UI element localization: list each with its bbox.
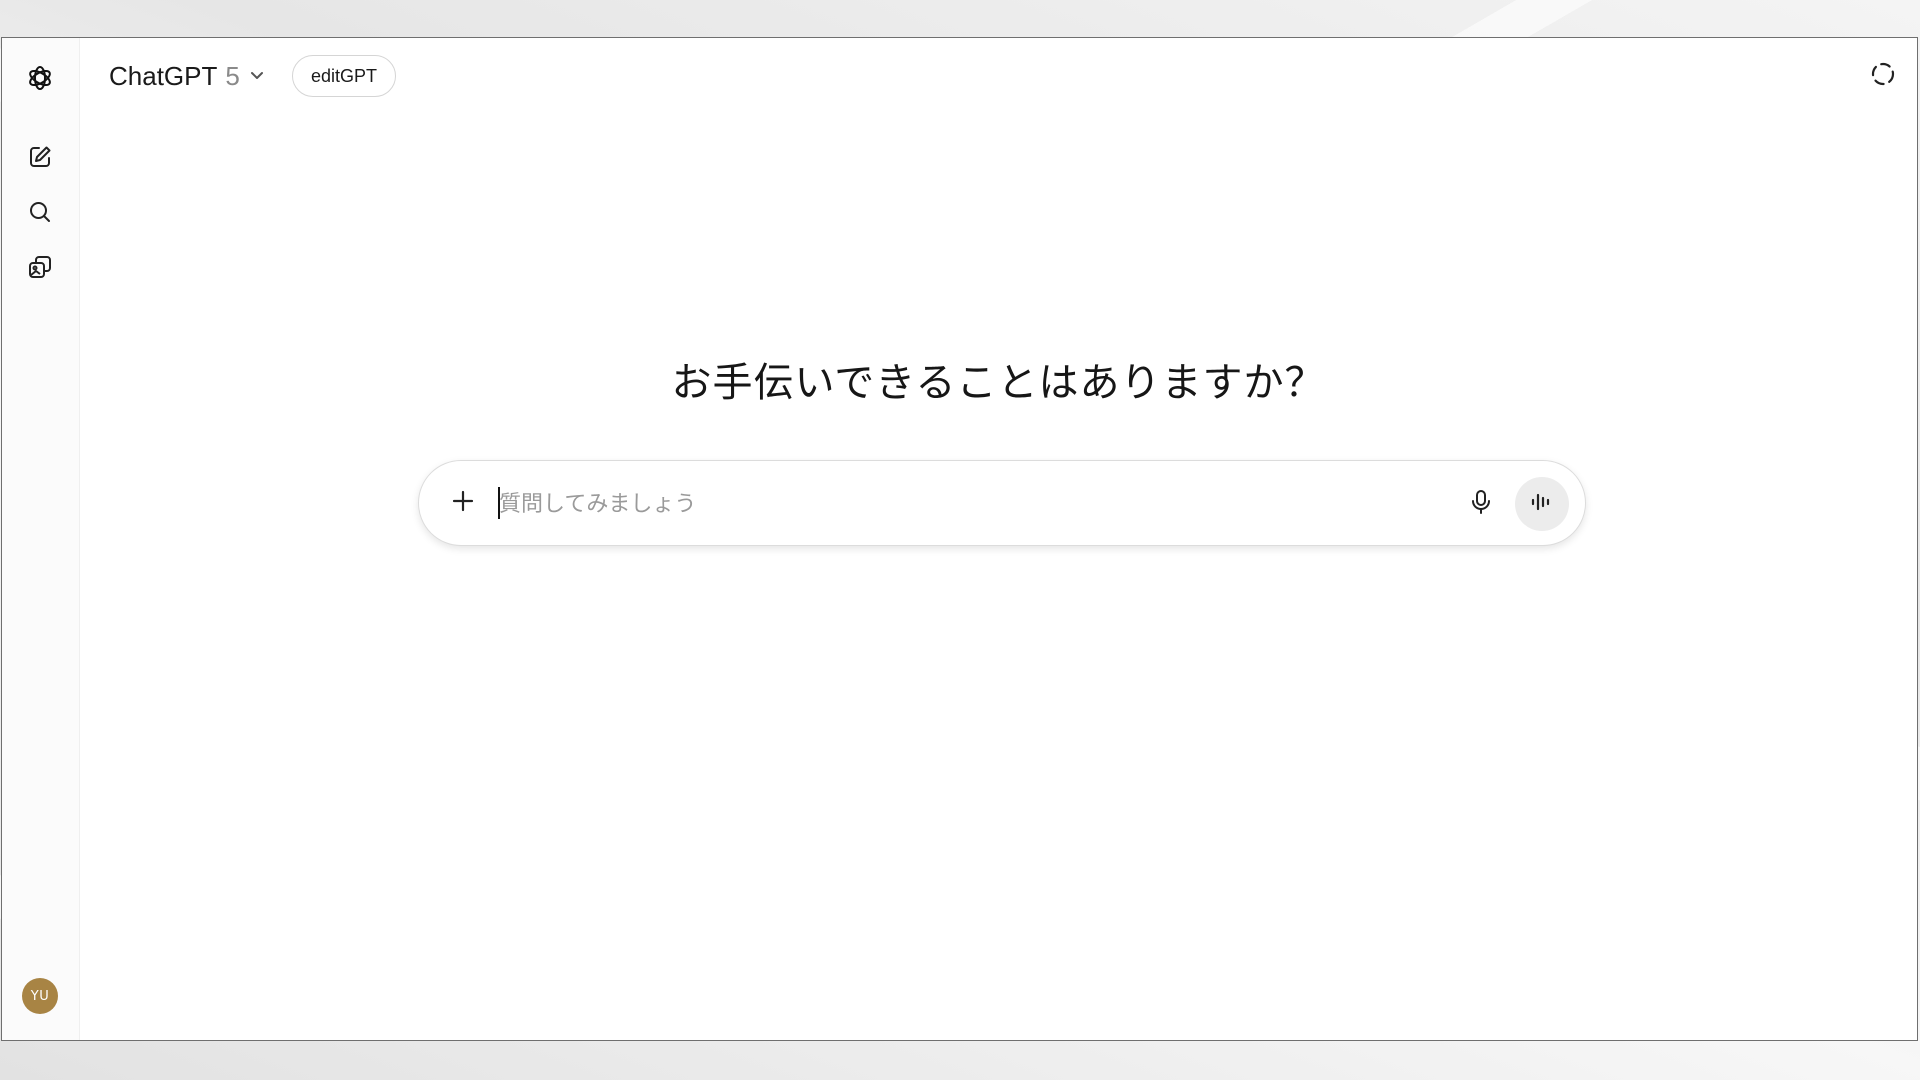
search-icon[interactable] bbox=[20, 192, 60, 232]
library-icon[interactable] bbox=[20, 247, 60, 287]
temporary-chat-button[interactable] bbox=[1863, 56, 1903, 96]
sidebar: YU bbox=[2, 38, 80, 1040]
voice-waveform-icon bbox=[1529, 491, 1555, 517]
voice-mode-button[interactable] bbox=[1515, 477, 1569, 531]
top-bar: ChatGPT 5 editGPT bbox=[80, 38, 1917, 118]
plus-icon bbox=[450, 488, 476, 518]
chatgpt-window: YU ChatGPT 5 editGPT お手伝いできることはありますか？ bbox=[1, 37, 1918, 1041]
chevron-down-icon bbox=[248, 61, 266, 91]
microphone-icon bbox=[1469, 489, 1493, 519]
edit-gpt-label: editGPT bbox=[311, 65, 378, 86]
dashed-circle-icon bbox=[1869, 60, 1897, 92]
prompt-composer bbox=[418, 460, 1586, 546]
prompt-input[interactable] bbox=[497, 483, 1431, 525]
model-selector[interactable]: ChatGPT 5 bbox=[105, 56, 270, 96]
avatar-initials: YU bbox=[30, 988, 50, 1004]
text-caret bbox=[498, 487, 500, 519]
attach-button[interactable] bbox=[441, 481, 485, 525]
edit-gpt-button[interactable]: editGPT bbox=[292, 55, 397, 97]
dictate-button[interactable] bbox=[1459, 482, 1503, 526]
page-title: お手伝いできることはありますか？ bbox=[671, 360, 1326, 406]
openai-logo-icon[interactable] bbox=[20, 58, 60, 98]
model-name: ChatGPT bbox=[109, 60, 218, 91]
avatar[interactable]: YU bbox=[22, 978, 58, 1014]
model-version: 5 bbox=[225, 60, 240, 91]
new-chat-icon[interactable] bbox=[20, 137, 60, 177]
